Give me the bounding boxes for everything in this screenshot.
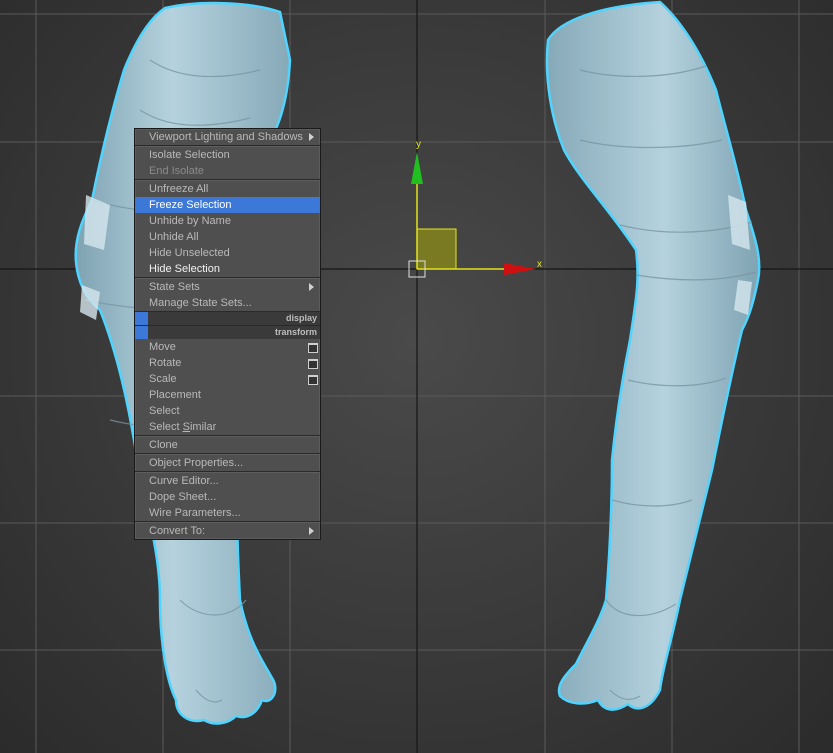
menu-item-placement[interactable]: Placement: [135, 387, 320, 403]
quad-header-display[interactable]: display: [135, 311, 320, 325]
menu-item-select-similar[interactable]: Select Similar: [135, 419, 320, 435]
menu-item-wire-parameters[interactable]: Wire Parameters...: [135, 505, 320, 521]
submenu-arrow-icon: [309, 283, 314, 291]
settings-box-icon[interactable]: [308, 375, 318, 385]
menu-item-dope-sheet[interactable]: Dope Sheet...: [135, 489, 320, 505]
quad-color-tab: [135, 312, 148, 325]
menu-item-move[interactable]: Move: [135, 339, 320, 355]
menu-item-isolate-selection[interactable]: Isolate Selection: [135, 147, 320, 163]
move-gizmo[interactable]: y x: [0, 0, 833, 753]
quad-header-transform[interactable]: transform: [135, 325, 320, 339]
menu-item-convert-to[interactable]: Convert To:: [135, 523, 320, 539]
menu-item-freeze-selection[interactable]: Freeze Selection: [135, 197, 320, 213]
menu-item-unhide-all[interactable]: Unhide All: [135, 229, 320, 245]
menu-item-select[interactable]: Select: [135, 403, 320, 419]
submenu-arrow-icon: [309, 527, 314, 535]
gizmo-y-label: y: [416, 139, 421, 150]
menu-item-hide-selection[interactable]: Hide Selection: [135, 261, 320, 277]
menu-item-clone[interactable]: Clone: [135, 437, 320, 453]
quad-color-tab: [135, 326, 148, 339]
menu-item-manage-state-sets[interactable]: Manage State Sets...: [135, 295, 320, 311]
menu-item-rotate[interactable]: Rotate: [135, 355, 320, 371]
settings-box-icon[interactable]: [308, 343, 318, 353]
menu-item-curve-editor[interactable]: Curve Editor...: [135, 473, 320, 489]
menu-item-scale[interactable]: Scale: [135, 371, 320, 387]
settings-box-icon[interactable]: [308, 359, 318, 369]
menu-item-state-sets[interactable]: State Sets: [135, 279, 320, 295]
gizmo-x-label: x: [537, 259, 542, 270]
menu-item-object-properties[interactable]: Object Properties...: [135, 455, 320, 471]
submenu-arrow-icon: [309, 133, 314, 141]
gizmo-y-arrow: [411, 152, 423, 184]
quad-menu: Viewport Lighting and Shadows Isolate Se…: [134, 128, 321, 540]
menu-item-viewport-lighting-and-shadows[interactable]: Viewport Lighting and Shadows: [135, 129, 320, 145]
perspective-viewport[interactable]: y x Viewport Lighting and Shadows Isolat…: [0, 0, 833, 753]
gizmo-x-arrow: [504, 263, 536, 275]
menu-item-end-isolate: End Isolate: [149, 165, 205, 177]
menu-item-hide-unselected[interactable]: Hide Unselected: [135, 245, 320, 261]
gizmo-xy-plane: [416, 228, 457, 270]
menu-item-unfreeze-all[interactable]: Unfreeze All: [135, 181, 320, 197]
menu-item-unhide-by-name[interactable]: Unhide by Name: [135, 213, 320, 229]
